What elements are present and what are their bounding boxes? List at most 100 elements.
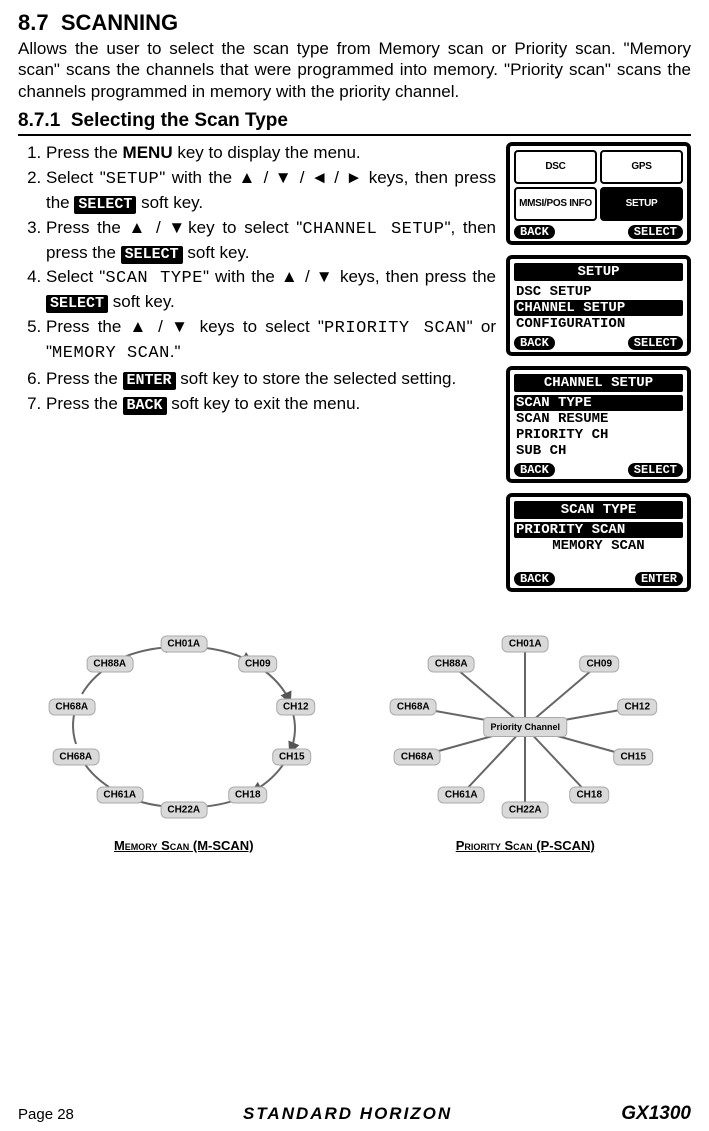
channel-chip: CH09 <box>238 655 278 672</box>
screen-setup: SETUP DSC SETUP CHANNEL SETUP CONFIGURAT… <box>506 255 691 356</box>
step-4: Select "SCAN TYPE" with the ▲ / ▼ keys, … <box>46 266 496 314</box>
back-softkey: BACK <box>123 397 167 415</box>
text: soft key. <box>108 292 175 311</box>
code: MEMORY SCAN <box>52 344 170 363</box>
menu-cell-setup: SETUP <box>600 187 683 221</box>
priority-center-chip: Priority Channel <box>483 717 567 737</box>
page-footer: Page 28 STANDARD HORIZON GX1300 <box>0 1103 709 1125</box>
list-item: CHANNEL SETUP <box>514 300 683 316</box>
screen-channel-setup: CHANNEL SETUP SCAN TYPE SCAN RESUME PRIO… <box>506 366 691 483</box>
diagram-priority-scan: Priority Channel CH01A CH09 CH12 CH15 CH… <box>365 622 685 853</box>
screen-title: SETUP <box>514 263 683 281</box>
menu-cell-gps: GPS <box>600 150 683 184</box>
step-3: Press the ▲ / ▼key to select "CHANNEL SE… <box>46 217 496 265</box>
channel-chip: CH09 <box>579 655 619 672</box>
model-number: GX1300 <box>621 1103 691 1125</box>
memory-scan-ring: CH01A CH09 CH12 CH15 CH18 CH22A CH61A CH… <box>34 622 334 832</box>
channel-chip: CH15 <box>613 748 653 765</box>
step-1: Press the MENU key to display the menu. <box>46 142 496 165</box>
diagrams-row: CH01A CH09 CH12 CH15 CH18 CH22A CH61A CH… <box>18 622 691 853</box>
text: Select " <box>46 168 106 187</box>
code: PRIORITY SCAN <box>324 319 467 338</box>
channel-chip: CH01A <box>502 635 549 652</box>
list-item: DSC SETUP <box>514 284 683 300</box>
caption-label: Priority Scan <box>456 838 533 853</box>
list-item: SUB CH <box>514 443 683 459</box>
intro-paragraph: Allows the user to select the scan type … <box>18 38 691 102</box>
subsection-number: 8.7.1 <box>18 110 60 131</box>
select-softkey: SELECT <box>46 295 108 313</box>
code: SCAN TYPE <box>105 269 203 288</box>
caption-code: (P-SCAN) <box>536 838 595 853</box>
priority-scan-star: Priority Channel CH01A CH09 CH12 CH15 CH… <box>375 622 675 832</box>
text: Press the <box>46 143 123 162</box>
text: Select " <box>46 267 105 286</box>
screen-scan-type: SCAN TYPE PRIORITY SCAN MEMORY SCAN BACK… <box>506 493 691 592</box>
text: soft key. <box>183 243 250 262</box>
memory-scan-caption: Memory Scan (M-SCAN) <box>114 838 254 853</box>
channel-chip: CH22A <box>502 801 549 818</box>
select-softkey: SELECT <box>121 246 183 264</box>
subsection-title: 8.7.1 Selecting the Scan Type <box>18 110 691 136</box>
screen-enter-btn: ENTER <box>635 572 683 586</box>
section-number: 8.7 <box>18 10 49 35</box>
page-number: Page 28 <box>18 1106 74 1123</box>
ring-arrows-icon <box>34 622 334 832</box>
text: Press the ▲ / ▼key to select " <box>46 218 302 237</box>
select-softkey: SELECT <box>74 196 136 214</box>
screen-back-btn: BACK <box>514 572 555 586</box>
enter-softkey: ENTER <box>123 372 176 390</box>
channel-chip: CH68A <box>390 698 437 715</box>
diagram-memory-scan: CH01A CH09 CH12 CH15 CH18 CH22A CH61A CH… <box>24 622 344 853</box>
code: SETUP <box>106 170 160 189</box>
text: Press the <box>46 394 123 413</box>
text: " with the ▲ / ▼ keys, then press the <box>203 267 496 286</box>
screen-back-btn: BACK <box>514 336 555 350</box>
steps-list: Press the MENU key to display the menu. … <box>18 142 496 416</box>
channel-chip: CH61A <box>438 786 485 803</box>
channel-chip: CH68A <box>394 748 441 765</box>
text: Press the <box>46 369 123 388</box>
step-2: Select "SETUP" with the ▲ / ▼ / ◄ / ► ke… <box>46 167 496 215</box>
list-item: SCAN RESUME <box>514 411 683 427</box>
priority-scan-caption: Priority Scan (P-SCAN) <box>456 838 595 853</box>
text: Press the ▲ / ▼ keys to select " <box>46 317 324 336</box>
code: CHANNEL SETUP <box>302 220 444 239</box>
text: soft key to exit the menu. <box>167 394 361 413</box>
screen-select-btn: SELECT <box>628 225 683 239</box>
channel-chip: CH01A <box>160 635 207 652</box>
menu-key: MENU <box>123 143 173 162</box>
screen-back-btn: BACK <box>514 463 555 477</box>
list-item: PRIORITY CH <box>514 427 683 443</box>
menu-cell-dsc: DSC <box>514 150 597 184</box>
channel-chip: CH88A <box>428 655 475 672</box>
list-item: MEMORY SCAN <box>514 538 683 554</box>
screen-select-btn: SELECT <box>628 336 683 350</box>
step-6: Press the ENTER soft key to store the se… <box>46 368 496 391</box>
channel-chip: CH68A <box>52 748 99 765</box>
channel-chip: CH12 <box>276 698 316 715</box>
channel-chip: CH15 <box>272 748 312 765</box>
channel-chip: CH12 <box>617 698 657 715</box>
channel-chip: CH61A <box>96 786 143 803</box>
text: ." <box>170 342 181 361</box>
step-5: Press the ▲ / ▼ keys to select "PRIORITY… <box>46 316 496 366</box>
screen-back-btn: BACK <box>514 225 555 239</box>
screens-column: DSC GPS MMSI/POS INFO SETUP BACK SELECT … <box>506 142 691 592</box>
text: key to display the menu. <box>173 143 361 162</box>
list-item: PRIORITY SCAN <box>514 522 683 538</box>
subsection-name: Selecting the Scan Type <box>71 110 288 131</box>
channel-chip: CH18 <box>228 786 268 803</box>
section-title: 8.7 SCANNING <box>18 10 691 36</box>
text: soft key to store the selected setting. <box>176 369 457 388</box>
menu-cell-mmsi: MMSI/POS INFO <box>514 187 597 221</box>
screen-title: CHANNEL SETUP <box>514 374 683 392</box>
steps-column: Press the MENU key to display the menu. … <box>18 142 496 418</box>
caption-code: (M-SCAN) <box>193 838 254 853</box>
caption-label: Memory Scan <box>114 838 189 853</box>
channel-chip: CH68A <box>48 698 95 715</box>
channel-chip: CH18 <box>569 786 609 803</box>
screen-main-menu: DSC GPS MMSI/POS INFO SETUP BACK SELECT <box>506 142 691 245</box>
list-item: CONFIGURATION <box>514 316 683 332</box>
step-7: Press the BACK soft key to exit the menu… <box>46 393 496 416</box>
